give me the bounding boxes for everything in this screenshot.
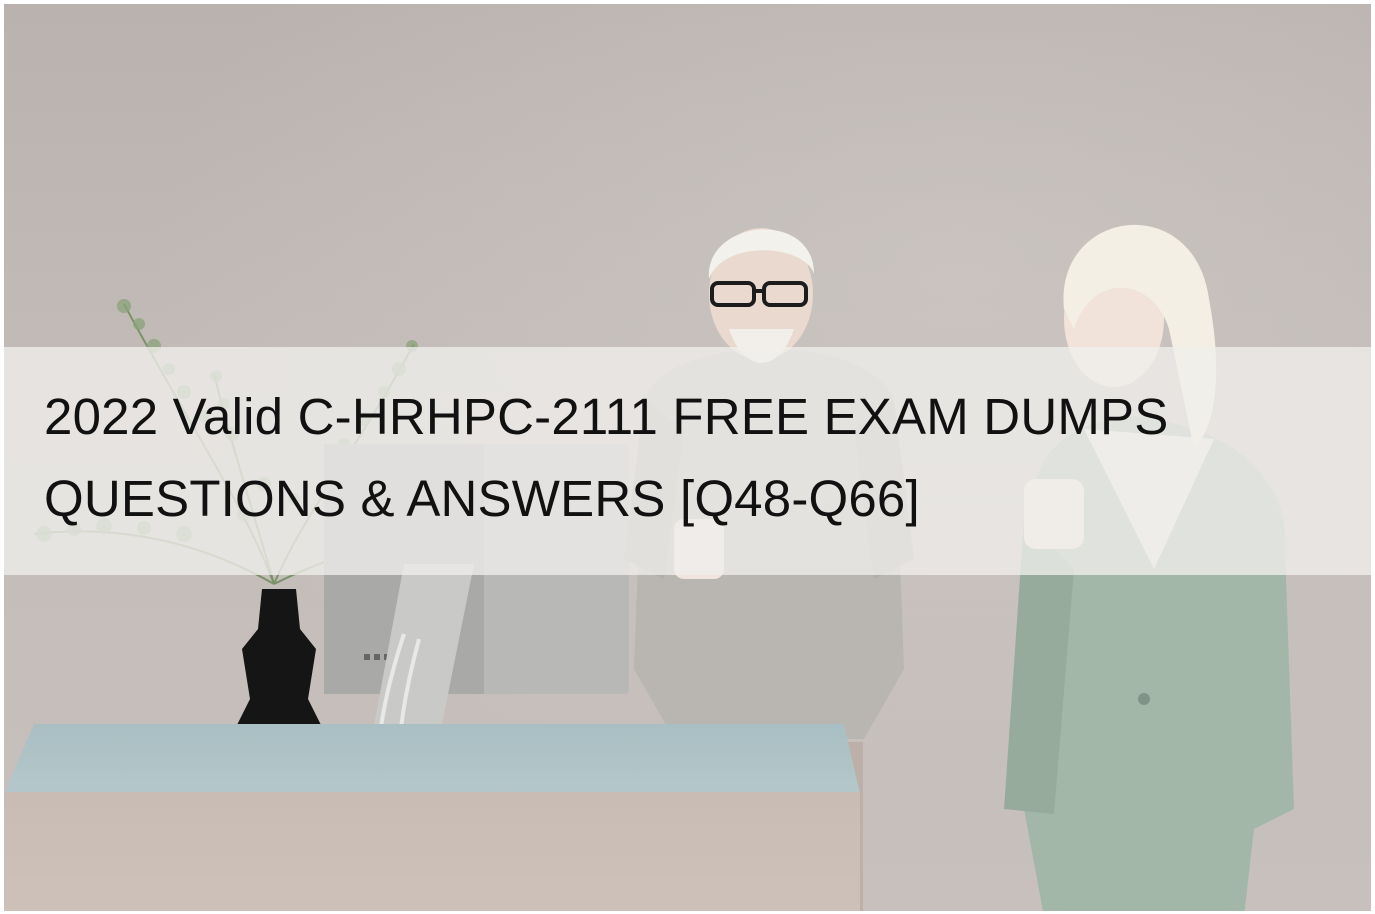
page-title: 2022 Valid C-HRHPC-2111 FREE EXAM DUMPS … — [44, 376, 1344, 540]
title-line-2: QUESTIONS & ANSWERS [Q48-Q66] — [44, 470, 920, 527]
title-line-1: 2022 Valid C-HRHPC-2111 FREE EXAM DUMPS — [44, 388, 1169, 445]
desk-top — [4, 724, 860, 794]
desk-front — [4, 792, 860, 911]
